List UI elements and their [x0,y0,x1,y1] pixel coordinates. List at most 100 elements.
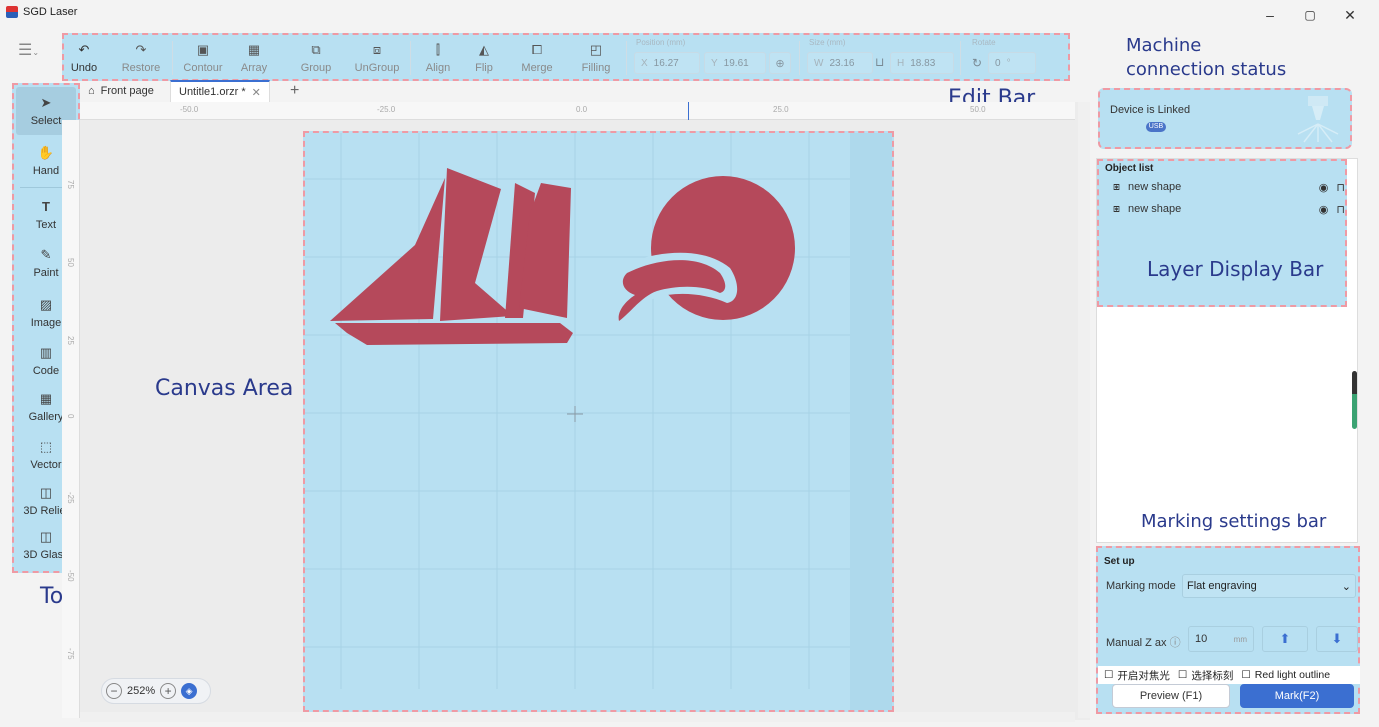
unlock-icon[interactable]: ⊓ [1336,181,1345,194]
ruler-tick: 25.0 [773,105,789,114]
undo-button[interactable]: ↶ Undo [66,37,102,79]
group-icon: ⧉ [311,41,321,57]
edit-bar: ↶ Undo ↷ Restore ▣ Contour ▦ Array ⧉ Group ⧈ U… [62,33,1070,81]
setup-title: Set up [1104,556,1135,567]
layer-display-annotation: Layer Display Bar [1147,257,1324,281]
ungroup-button[interactable]: ⧈ UnGroup [350,37,404,79]
close-tab-icon[interactable]: ✕ [252,86,261,99]
arrow-down-icon: ⬇ [1331,631,1343,646]
object-name: new shape [1128,203,1182,215]
arrow-up-icon: ⬆ [1279,631,1291,646]
position-x-value: 16.27 [653,57,679,69]
group-button[interactable]: ⧉ Group [294,37,338,79]
flip-button[interactable]: ◭ Flip [464,37,504,79]
restore-button[interactable]: ↷ Restore [116,37,166,79]
canvas-vertical-scrollbar[interactable] [1078,102,1090,718]
target-icon: ⊕ [775,57,785,70]
eye-icon[interactable]: ◉ [1319,203,1329,216]
rotate-field[interactable]: 0 ° [988,52,1036,74]
focus-light-checkbox[interactable]: ☐ [1104,669,1113,681]
tab-front-page[interactable]: ⌂ Front page [80,80,162,102]
usb-badge: USB [1146,122,1166,132]
manual-z-value: 10 [1195,633,1208,645]
size-h-field[interactable]: H 18.83 [890,52,954,74]
mark-button[interactable]: Mark(F2) [1240,684,1354,708]
marking-mode-value: Flat engraving [1187,580,1257,592]
zoom-in-button[interactable]: + [160,683,177,699]
canvas-center-cross [567,406,583,422]
rotate-icon: ↻ [972,56,983,70]
unlock-icon[interactable]: ⊓ [1336,203,1345,216]
redo-icon: ↷ [135,41,147,57]
w-prefix: W [814,57,824,69]
gallery-icon: ▦ [39,391,53,406]
app-logo-icon [6,6,18,18]
hand-label: Hand [32,165,60,177]
add-tab-button[interactable]: + [282,80,307,102]
array-button[interactable]: ▦ Array [232,37,276,79]
list-item[interactable]: ⧆ new shape ◉ ⊓ [1113,178,1345,196]
canvas-area[interactable] [303,131,894,712]
object-list-title: Object list [1105,163,1154,174]
align-button[interactable]: ⫿ Align [416,37,460,79]
contour-label: Contour [183,61,223,74]
filling-button[interactable]: ◰ Filling [572,37,620,79]
position-y-field[interactable]: Y 19.61 [704,52,766,74]
machine-status-line2: connection status [1126,59,1287,80]
text-label: Text [35,219,57,231]
z-up-button[interactable]: ⬆ [1262,626,1308,652]
list-item[interactable]: ⧆ new shape ◉ ⊓ [1113,200,1345,218]
size-w-field[interactable]: W 23.16 [807,52,873,74]
canvas-margin [850,133,892,710]
ruler-tick: 25 [66,336,75,345]
size-label: Size (mm) [809,38,846,47]
sun-hat-shape[interactable] [609,176,795,328]
manual-z-input[interactable]: 10 mm [1188,626,1254,652]
group-label: Group [300,61,332,74]
machine-status-annotation: Machine connection status [1126,34,1286,82]
layer-display-bar: Object list ⧆ new shape ◉ ⊓ ⧆ new shape ◉ ⊓ La… [1097,159,1347,307]
position-x-field[interactable]: X 16.27 [634,52,700,74]
paint-label: Paint [33,267,59,279]
center-position-button[interactable]: ⊕ [769,52,791,74]
zoom-out-button[interactable]: − [106,683,122,699]
panel-scrollbar-thumb[interactable] [1352,371,1357,429]
tab-file[interactable]: Untitle1.orzr * ✕ [170,80,270,102]
vector-icon: ⬚ [39,439,53,454]
select-mark-checkbox[interactable]: ☐ [1178,669,1187,681]
array-icon: ▦ [247,41,261,57]
contour-button[interactable]: ▣ Contour [178,37,228,79]
marking-settings-annotation: Marking settings bar [1141,511,1327,532]
tab-front-page-label: Front page [100,85,154,97]
divider [799,41,800,75]
ruler-tick: 75 [66,180,75,189]
divider [172,41,173,75]
preview-button[interactable]: Preview (F1) [1112,684,1230,708]
zoom-fit-button[interactable]: ◈ [181,683,198,699]
select-mark-label: 选择标刻 [1191,669,1234,682]
cursor-icon: ➤ [40,95,52,110]
x-prefix: X [641,57,648,69]
glass-icon: ◫ [39,529,53,544]
position-y-value: 19.61 [723,57,749,69]
hamburger-menu-icon[interactable]: ☰⌄ [18,40,40,60]
divider [410,41,411,75]
manual-z-text: Manual Z ax [1106,637,1167,649]
merge-button[interactable]: ⧠ Merge [514,37,560,79]
canvas-drawing [305,133,892,710]
lock-ratio-icon[interactable]: ⊔ [875,55,884,69]
restore-window-button[interactable]: ▢ [1290,2,1330,28]
close-window-button[interactable]: ✕ [1330,2,1370,28]
marking-mode-select[interactable]: Flat engraving ⌄ [1182,574,1356,598]
ruler-tick: 0 [66,414,75,419]
filling-icon: ◰ [589,41,603,57]
red-light-checkbox[interactable]: ☐ [1241,669,1250,681]
minimize-button[interactable]: – [1250,2,1290,28]
z-down-button[interactable]: ⬇ [1316,626,1358,652]
canvas-horizontal-scrollbar[interactable] [80,712,1075,722]
eye-icon[interactable]: ◉ [1319,181,1329,194]
marking-settings-panel: Set up Marking mode Flat engraving ⌄ Manu… [1096,546,1360,714]
horizontal-ruler: -50.0 -25.0 0.0 25.0 50.0 [80,102,1075,120]
array-label: Array [240,61,268,74]
focus-light-label: 开启对焦光 [1117,669,1170,682]
